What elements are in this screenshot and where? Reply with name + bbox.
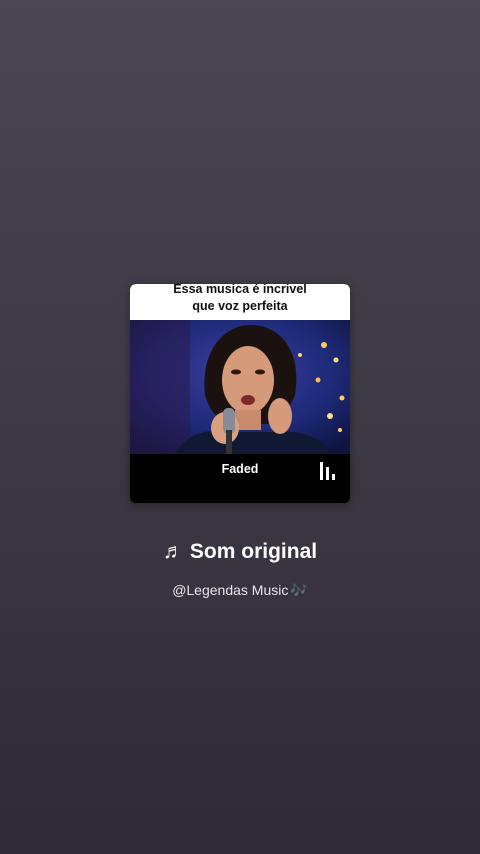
author-handle[interactable]: @Legendas Music <box>172 582 288 598</box>
video-thumbnail[interactable] <box>130 320 350 454</box>
sound-author[interactable]: @Legendas Music 🎶 <box>0 582 480 599</box>
video-preview-card[interactable]: Essa musica é incrivel que voz perfeita <box>130 284 350 503</box>
audio-bar: Faded <box>130 454 350 487</box>
video-caption: Essa musica é incrivel que voz perfeita <box>130 284 350 320</box>
sound-title: ♬ Som original <box>0 540 480 564</box>
track-name: Faded <box>221 462 259 476</box>
music-note-icon: ♬ <box>162 540 184 563</box>
singer-image <box>130 320 350 454</box>
sound-title-text: Som original <box>189 540 318 563</box>
caption-line-1: Essa musica é incrivel <box>173 284 307 296</box>
pause-icon[interactable] <box>320 462 336 480</box>
card-footer <box>130 487 350 503</box>
caption-line-2: que voz perfeita <box>192 299 288 313</box>
music-notes-emoji: 🎶 <box>290 582 308 598</box>
